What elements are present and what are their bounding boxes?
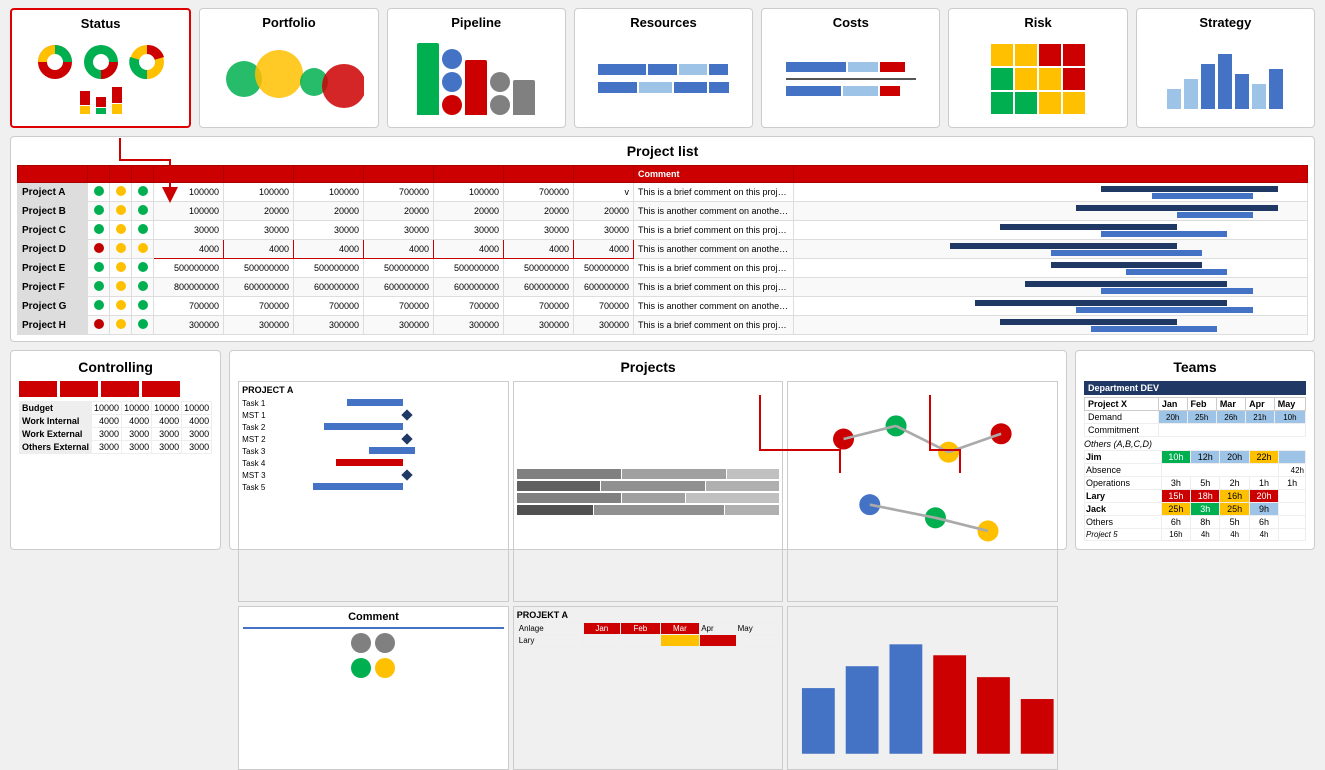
col-n5 — [434, 166, 504, 183]
pipeline-card[interactable]: Pipeline — [387, 8, 566, 128]
table-row: Project H3000003000003000003000003000003… — [18, 316, 1308, 335]
controlling-title: Controlling — [19, 359, 212, 375]
thumbnail-network — [787, 381, 1058, 602]
resources-card[interactable]: Resources — [574, 8, 753, 128]
col-n2 — [224, 166, 294, 183]
project-list-section: Project list Comment — [10, 136, 1315, 342]
strategy-chart — [1141, 36, 1310, 121]
team-table-small: PROJEKT A Anlage Jan Feb Mar Apr May Lar… — [513, 606, 784, 770]
table-row: Project G7000007000007000007000007000007… — [18, 297, 1308, 316]
gantt-row: Task 3 — [242, 446, 505, 456]
bottom-bars — [787, 606, 1058, 770]
resources-title: Resources — [630, 15, 696, 30]
thumbnail-stacked — [513, 381, 784, 602]
costs-card[interactable]: Costs — [761, 8, 940, 128]
risk-chart — [953, 36, 1122, 121]
project-table: Comment Project A10000010000010000070000… — [17, 165, 1308, 335]
table-row: Project D4000400040004000400040004000Thi… — [18, 240, 1308, 259]
strategy-title: Strategy — [1199, 15, 1251, 30]
col-comment: Comment — [634, 166, 794, 183]
status-title: Status — [81, 16, 121, 31]
projects-section-title: Projects — [238, 359, 1058, 375]
portfolio-card[interactable]: Portfolio — [199, 8, 378, 128]
portfolio-svg — [214, 44, 364, 114]
gantt-row: Task 4 — [242, 458, 505, 468]
col-n1 — [154, 166, 224, 183]
status-pie-1 — [36, 43, 74, 81]
teams-title: Teams — [1084, 359, 1306, 375]
pipeline-title: Pipeline — [451, 15, 501, 30]
table-row: Project B1000002000020000200002000020000… — [18, 202, 1308, 221]
projects-card: Projects PROJECT A Task 1 MST 1 Task 2 M… — [229, 350, 1067, 550]
risk-card[interactable]: Risk — [948, 8, 1127, 128]
gantt-row: MST 3 — [242, 470, 505, 480]
bottom-row: Controlling Budget10000100001000010000Wo… — [0, 350, 1325, 558]
portfolio-title: Portfolio — [262, 15, 315, 30]
col-n3 — [294, 166, 364, 183]
table-row: Project C3000030000300003000030000300003… — [18, 221, 1308, 240]
pipeline-chart — [392, 36, 561, 121]
status-card[interactable]: Status — [10, 8, 191, 128]
portfolio-chart — [204, 36, 373, 121]
table-row: Project E5000000005000000005000000005000… — [18, 259, 1308, 278]
col-s2 — [110, 166, 132, 183]
comment-box: Comment — [238, 606, 509, 770]
col-gantt — [794, 166, 1308, 183]
gantt-row: Task 5 — [242, 482, 505, 492]
col-n7 — [574, 166, 634, 183]
col-n6 — [504, 166, 574, 183]
status-chart — [16, 37, 185, 120]
table-row: Project A1000001000001000007000001000007… — [18, 183, 1308, 202]
resources-chart — [579, 36, 748, 121]
gantt-row: MST 2 — [242, 434, 505, 444]
col-s1 — [88, 166, 110, 183]
col-s3 — [132, 166, 154, 183]
dashboard-cards: Status — [0, 0, 1325, 136]
gantt-title: PROJECT A — [242, 385, 505, 395]
gantt-row: Task 2 — [242, 422, 505, 432]
strategy-card[interactable]: Strategy — [1136, 8, 1315, 128]
costs-title: Costs — [833, 15, 869, 30]
controlling-card: Controlling Budget10000100001000010000Wo… — [10, 350, 221, 550]
col-name — [18, 166, 88, 183]
status-pie-2 — [82, 43, 120, 81]
gantt-row: Task 1 — [242, 398, 505, 408]
project-list-title: Project list — [17, 143, 1308, 159]
risk-title: Risk — [1024, 15, 1051, 30]
costs-chart — [766, 36, 935, 121]
teams-card: Teams Department DEV Project X Jan Feb M… — [1075, 350, 1315, 550]
table-row: Project F8000000006000000006000000006000… — [18, 278, 1308, 297]
ctrl-table: Budget10000100001000010000Work Internal4… — [19, 401, 212, 454]
gantt-row: MST 1 — [242, 410, 505, 420]
gantt-subpanel: PROJECT A Task 1 MST 1 Task 2 MST 2 Task… — [238, 381, 509, 602]
status-pie-3 — [128, 43, 166, 81]
col-n4 — [364, 166, 434, 183]
